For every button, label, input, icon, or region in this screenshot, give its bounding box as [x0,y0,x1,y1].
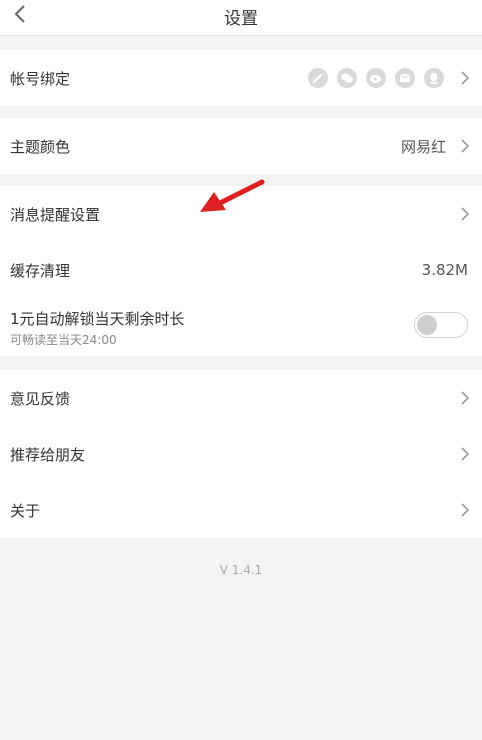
cache-size-value: 3.82M [421,261,468,279]
auto-unlock-row: 1元自动解锁当天剩余时长 可畅读至当天24:00 [0,298,482,356]
theme-color-row[interactable]: 主题颜色 网易红 [0,118,482,174]
version-text: V 1.4.1 [219,563,263,577]
chevron-right-icon [461,71,470,85]
theme-color-value: 网易红 [400,137,446,156]
page-title: 设置 [224,9,258,29]
recommend-label: 推荐给朋友 [10,445,86,464]
mail-icon [395,68,415,88]
cache-clear-label: 缓存清理 [10,261,71,280]
chevron-right-icon [461,503,470,517]
auto-unlock-toggle[interactable] [414,312,468,338]
misc-group: 意见反馈 推荐给朋友 关于 [0,370,482,538]
qq-icon [424,68,444,88]
cache-clear-row[interactable]: 缓存清理 3.82M [0,242,482,298]
account-group: 帐号绑定 [0,50,482,106]
header-bar: 设置 [0,0,482,36]
theme-group: 主题颜色 网易红 [0,118,482,174]
feedback-label: 意见反馈 [10,389,71,408]
social-icons [308,68,444,88]
account-binding-label: 帐号绑定 [10,69,71,88]
chevron-right-icon [461,447,470,461]
chevron-right-icon [461,139,470,153]
weibo-icon [366,68,386,88]
account-binding-row[interactable]: 帐号绑定 [0,50,482,106]
about-row[interactable]: 关于 [0,482,482,538]
notification-settings-label: 消息提醒设置 [10,205,101,224]
toggle-knob [417,315,437,335]
recommend-row[interactable]: 推荐给朋友 [0,426,482,482]
auto-unlock-label: 1元自动解锁当天剩余时长 [10,310,185,328]
chevron-right-icon [461,207,470,221]
chevron-right-icon [461,391,470,405]
about-label: 关于 [10,501,41,520]
pencil-icon [308,68,328,88]
feedback-row[interactable]: 意见反馈 [0,370,482,426]
wechat-icon [337,68,357,88]
theme-color-label: 主题颜色 [10,137,71,156]
auto-unlock-subtitle: 可畅读至当天24:00 [10,333,117,347]
red-arrow-annotation [200,179,265,212]
